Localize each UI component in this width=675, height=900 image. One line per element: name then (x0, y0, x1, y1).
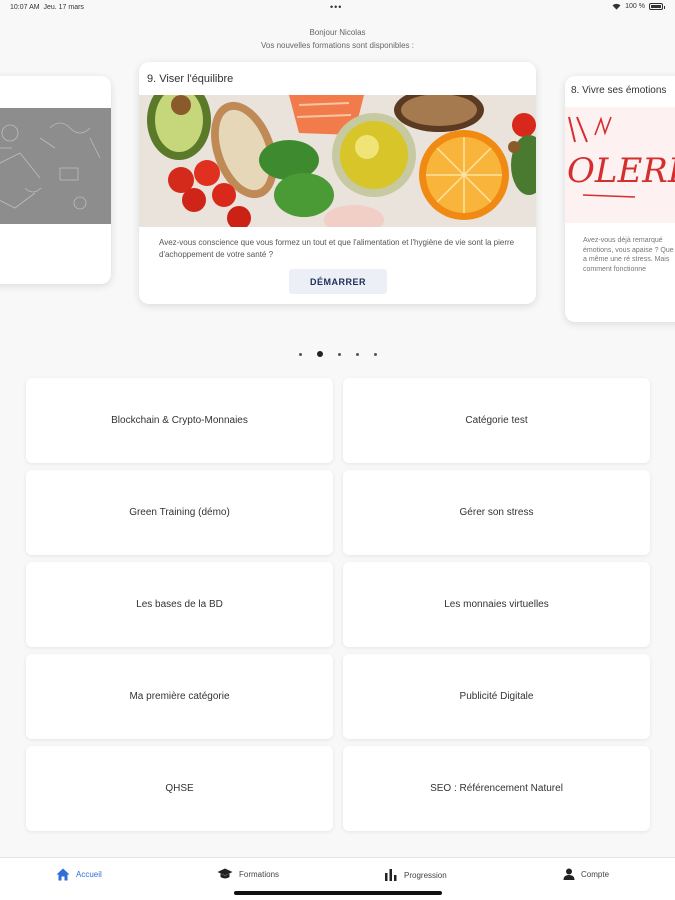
graduation-cap-icon (217, 868, 233, 879)
category-tile[interactable]: Les monnaies virtuelles (343, 562, 650, 647)
next-course-title: 8. Vivre ses émotions (571, 85, 667, 96)
status-bar: 10:07 AM Jeu. 17 mars ••• 100 % (0, 0, 675, 16)
bar-chart-icon (385, 869, 397, 881)
nav-courses[interactable]: Formations (217, 868, 279, 880)
nav-home[interactable]: Accueil (56, 868, 102, 881)
course-image-food (139, 95, 536, 227)
carousel-pager (0, 351, 675, 357)
pager-dot-active[interactable] (316, 351, 323, 357)
greeting: Bonjour Nicolas Vos nouvelles formations… (0, 26, 675, 52)
category-label: Catégorie test (465, 415, 528, 426)
nav-courses-label: Formations (239, 869, 280, 879)
course-title: 9. Viser l'équilibre (147, 73, 234, 85)
category-tile[interactable]: Les bases de la BD (26, 562, 333, 647)
battery-icon (649, 3, 665, 10)
category-label: Publicité Digitale (459, 691, 534, 702)
nav-account[interactable]: Compte (563, 868, 609, 880)
category-tile[interactable]: Gérer son stress (343, 470, 650, 555)
home-indicator[interactable] (234, 891, 442, 895)
category-label: QHSE (165, 783, 194, 794)
pager-dot[interactable] (355, 352, 359, 356)
category-label: Les monnaies virtuelles (444, 599, 549, 610)
pager-dot[interactable] (373, 352, 377, 356)
start-button[interactable]: DÉMARRER (289, 269, 387, 294)
category-label: Ma première catégorie (129, 691, 230, 702)
course-card-previous[interactable] (0, 76, 111, 284)
category-tile[interactable]: Ma première catégorie (26, 654, 333, 739)
multitask-dots[interactable]: ••• (330, 2, 342, 12)
category-label: SEO : Référencement Naturel (430, 783, 563, 794)
pager-dot[interactable] (337, 352, 341, 356)
battery-percent: 100 % (625, 3, 645, 10)
greeting-title: Bonjour Nicolas (309, 28, 366, 37)
greeting-subtitle: Vos nouvelles formations sont disponible… (261, 41, 414, 50)
course-card-next[interactable]: 8. Vivre ses émotions OLERE Avez-vous dé… (565, 76, 675, 322)
course-description: Avez-vous conscience que vous formez un … (159, 238, 515, 259)
category-label: Gérer son stress (459, 507, 534, 518)
colere-image-text: OLERE (567, 151, 675, 191)
nav-home-label: Accueil (76, 870, 102, 879)
pager-dot[interactable] (298, 352, 302, 356)
status-time: 10:07 AM Jeu. 17 mars (10, 4, 84, 11)
next-course-description: Avez-vous déjà remarqué émotions, vous a… (583, 237, 675, 273)
category-tile[interactable]: QHSE (26, 746, 333, 831)
status-indicators: 100 % (612, 3, 665, 10)
category-label: Les bases de la BD (136, 599, 223, 610)
nav-account-label: Compte (581, 869, 610, 879)
category-tile[interactable]: Publicité Digitale (343, 654, 650, 739)
category-label: Green Training (démo) (129, 507, 230, 518)
category-tile[interactable]: Blockchain & Crypto-Monnaies (26, 378, 333, 463)
nav-progress-label: Progression (404, 870, 447, 880)
course-image-colere: OLERE (565, 107, 675, 223)
category-label: Blockchain & Crypto-Monnaies (111, 415, 248, 426)
course-image-chalkboard (0, 108, 111, 224)
home-icon (56, 868, 70, 881)
wifi-icon (612, 3, 621, 10)
nav-progress[interactable]: Progression (384, 868, 447, 882)
category-tile[interactable]: Green Training (démo) (26, 470, 333, 555)
category-tile[interactable]: SEO : Référencement Naturel (343, 746, 650, 831)
category-tile[interactable]: Catégorie test (343, 378, 650, 463)
course-card-current[interactable]: 9. Viser l'équilibre Avez-vous conscienc… (139, 62, 536, 304)
user-icon (563, 868, 575, 880)
